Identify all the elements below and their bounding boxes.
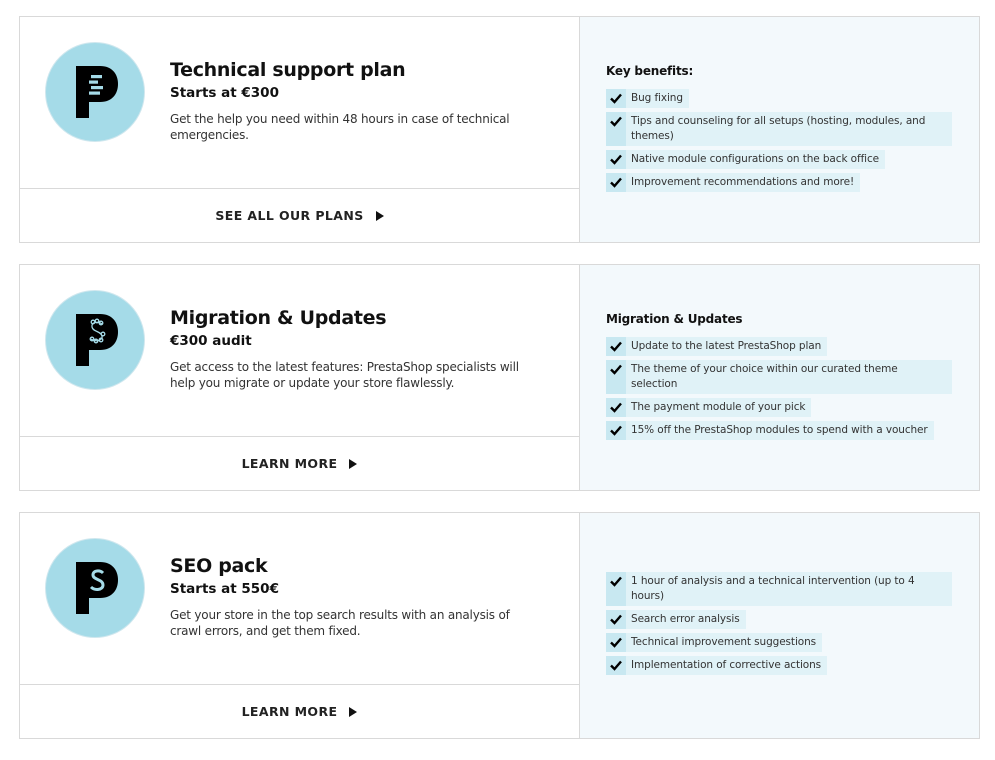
card-main: Technical support plan Starts at €300 Ge… bbox=[20, 17, 580, 242]
benefits-panel: 1 hour of analysis and a technical inter… bbox=[580, 513, 979, 738]
checkmark-icon bbox=[606, 88, 626, 108]
card-price: €300 audit bbox=[170, 333, 252, 349]
card-title: SEO pack bbox=[170, 555, 268, 577]
see-all-plans-button[interactable]: SEE ALL OUR PLANS bbox=[215, 208, 384, 223]
benefit-item: 1 hour of analysis and a technical inter… bbox=[606, 572, 952, 606]
prestashop-migration-icon bbox=[45, 290, 145, 390]
card-price: Starts at 550€ bbox=[170, 581, 279, 597]
card-summary: Technical support plan Starts at €300 Ge… bbox=[20, 17, 579, 189]
cta-label: SEE ALL OUR PLANS bbox=[215, 208, 364, 223]
benefit-item: Implementation of corrective actions bbox=[606, 656, 828, 675]
service-card-seo: SEO pack Starts at 550€ Get your store i… bbox=[19, 512, 980, 739]
benefit-item: Native module configurations on the back… bbox=[606, 149, 886, 169]
card-title: Migration & Updates bbox=[170, 307, 387, 329]
card-main: Migration & Updates €300 audit Get acces… bbox=[20, 265, 580, 490]
checkmark-icon bbox=[606, 359, 626, 394]
checkmark-icon bbox=[606, 610, 626, 629]
card-price: Starts at €300 bbox=[170, 85, 279, 101]
card-main: SEO pack Starts at 550€ Get your store i… bbox=[20, 513, 580, 738]
card-summary: SEO pack Starts at 550€ Get your store i… bbox=[20, 513, 579, 685]
checkmark-icon bbox=[606, 572, 626, 606]
play-arrow-icon bbox=[349, 706, 358, 717]
prestashop-seo-icon bbox=[45, 538, 145, 638]
card-description: Get the help you need within 48 hours in… bbox=[170, 112, 510, 142]
checkmark-icon bbox=[606, 420, 626, 440]
learn-more-button[interactable]: LEARN MORE bbox=[242, 456, 358, 471]
service-card-technical-support: Technical support plan Starts at €300 Ge… bbox=[19, 16, 980, 243]
benefit-item: The theme of your choice within our cura… bbox=[606, 359, 952, 394]
checkmark-icon bbox=[606, 336, 626, 356]
cta-label: LEARN MORE bbox=[241, 704, 338, 719]
service-card-migration: Migration & Updates €300 audit Get acces… bbox=[19, 264, 980, 491]
checkmark-icon bbox=[606, 172, 626, 192]
benefit-item: Bug fixing bbox=[606, 88, 689, 108]
benefit-item: Tips and counseling for all setups (host… bbox=[606, 111, 952, 146]
benefit-item: Technical improvement suggestions bbox=[606, 633, 823, 652]
benefit-item: The payment module of your pick bbox=[606, 397, 812, 417]
benefits-title: Migration & Updates bbox=[606, 311, 743, 326]
play-arrow-icon bbox=[375, 210, 384, 221]
benefit-item: Improvement recommendations and more! bbox=[606, 172, 861, 192]
checkmark-icon bbox=[606, 111, 626, 146]
service-cards: Technical support plan Starts at €300 Ge… bbox=[19, 16, 980, 760]
card-description: Get your store in the top search results… bbox=[170, 608, 510, 638]
checkmark-icon bbox=[606, 656, 626, 675]
benefit-item: Update to the latest PrestaShop plan bbox=[606, 336, 828, 356]
card-summary: Migration & Updates €300 audit Get acces… bbox=[20, 265, 579, 437]
learn-more-button[interactable]: LEARN MORE bbox=[242, 704, 358, 719]
benefits-title: Key benefits: bbox=[606, 63, 694, 78]
checkmark-icon bbox=[606, 149, 626, 169]
checkmark-icon bbox=[606, 633, 626, 652]
prestashop-support-icon bbox=[45, 42, 145, 142]
benefit-item: 15% off the PrestaShop modules to spend … bbox=[606, 420, 934, 440]
checkmark-icon bbox=[606, 397, 626, 417]
cta-label: LEARN MORE bbox=[241, 456, 338, 471]
benefits-panel: Key benefits: Bug fixing Tips and counse… bbox=[580, 17, 979, 242]
card-title: Technical support plan bbox=[170, 59, 406, 81]
play-arrow-icon bbox=[349, 458, 358, 469]
card-description: Get access to the latest features: Prest… bbox=[170, 360, 519, 390]
benefit-item: Search error analysis bbox=[606, 610, 746, 629]
benefits-panel: Migration & Updates Update to the latest… bbox=[580, 265, 979, 490]
